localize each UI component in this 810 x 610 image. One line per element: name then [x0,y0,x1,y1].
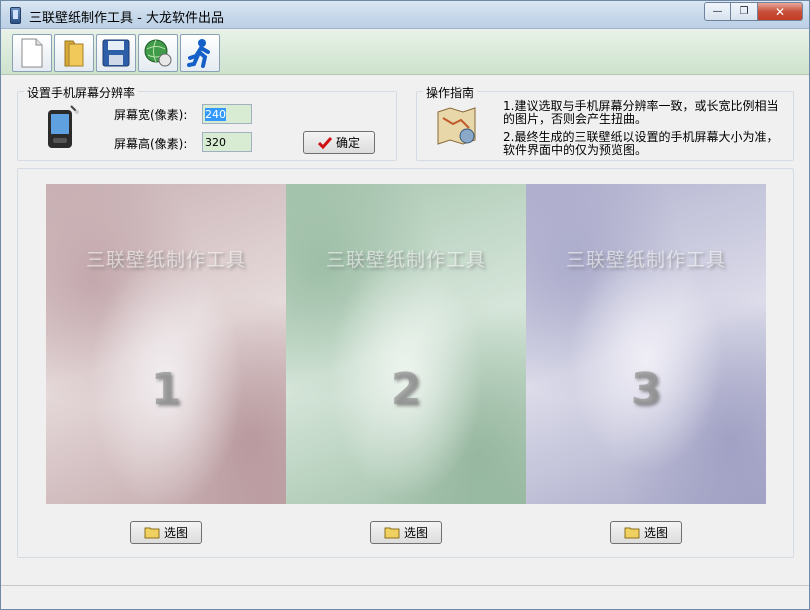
web-globe-icon [144,39,172,67]
panel-number: 3 [630,364,662,415]
map-guide-icon [437,107,476,145]
select-image-button-3[interactable]: 选图 [610,521,682,544]
folder-icon [624,527,640,539]
watermark-text: 三联壁纸制作工具 [85,249,246,271]
open-folder-button[interactable] [54,34,94,72]
resolution-group: 设置手机屏幕分辨率 屏幕宽(像素): 240 屏幕高(像素): 320 确定 [17,84,397,161]
mobile-phone-icon [48,105,79,148]
resolution-group-title: 设置手机屏幕分辨率 [24,84,139,101]
minimize-button[interactable]: — [704,2,731,21]
save-button[interactable] [96,34,136,72]
panel-number: 1 [150,364,182,415]
web-button[interactable] [138,34,178,72]
guide-group-title: 操作指南 [423,84,478,101]
watermark-text: 三联壁纸制作工具 [565,249,726,271]
select-image-button-2[interactable]: 选图 [370,521,442,544]
status-bar [1,585,809,609]
watermark-text: 三联壁纸制作工具 [325,249,486,271]
confirm-button-label: 确定 [335,136,360,150]
run-person-icon [187,39,210,68]
run-button[interactable] [180,34,220,72]
toolbar [1,30,809,75]
width-input[interactable]: 240 [202,104,252,124]
select-image-button-1[interactable]: 选图 [130,521,202,544]
title-bar[interactable]: 三联壁纸制作工具 - 大龙软件出品 — ❐ ✕ [1,1,809,29]
window-controls: — ❐ ✕ [704,2,803,21]
window-title: 三联壁纸制作工具 - 大龙软件出品 [29,11,224,26]
select-image-label: 选图 [163,526,188,540]
guide-text-2: 2.最终生成的三联壁纸以设置的手机屏幕大小为准，软件界面中的仅为预览图。 [503,130,779,157]
new-file-button[interactable] [12,34,52,72]
panel-number: 2 [390,364,422,415]
guide-text-1: 1.建议选取与手机屏幕分辨率一致，或长宽比例相当的图片，否则会产生扭曲。 [503,99,779,126]
width-label: 屏幕宽(像素): [114,108,188,122]
close-button[interactable]: ✕ [758,2,803,21]
guide-group: 操作指南 1.建议选取与手机屏幕分辨率一致，或长宽比例相当的图片，否则会产生扭曲… [416,84,794,161]
preview-panel-2: 三联壁纸制作工具 2 [286,184,526,504]
folder-icon [384,527,400,539]
new-file-icon [21,38,43,68]
open-folder-icon [64,40,84,67]
height-label: 屏幕高(像素): [114,137,188,151]
confirm-button[interactable]: 确定 [303,131,375,154]
save-icon [102,39,130,67]
app-phone-icon [10,7,21,24]
folder-icon [144,527,160,539]
preview-panel-3: 三联壁纸制作工具 3 [526,184,766,504]
height-input[interactable]: 320 [202,132,252,152]
checkmark-icon [317,136,332,149]
preview-panel-1: 三联壁纸制作工具 1 [46,184,286,504]
app-window: 三联壁纸制作工具 - 大龙软件出品 — ❐ ✕ 设置手机屏幕分辨率 屏幕宽(像素… [0,0,810,610]
restore-button[interactable]: ❐ [731,2,758,21]
select-image-label: 选图 [643,526,668,540]
select-image-label: 选图 [403,526,428,540]
